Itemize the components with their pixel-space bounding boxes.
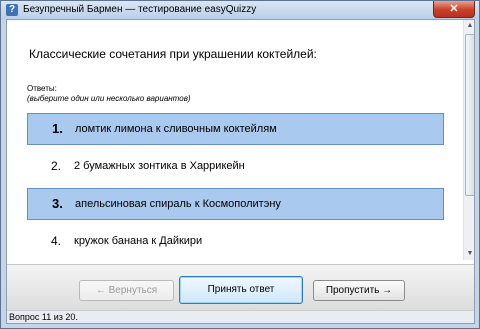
answer-option-2[interactable]: 2. 2 бумажных зонтика в Харрикейн (27, 151, 444, 183)
client-area: Классические сочетания при украшении кок… (6, 19, 475, 324)
close-icon: ✕ (449, 3, 459, 15)
answer-option-4[interactable]: 4. кружок банана к Дайкири (27, 226, 444, 258)
window-title: Безупречный Бармен — тестирование easyQu… (23, 4, 257, 15)
close-button[interactable]: ✕ (433, 1, 475, 18)
scroll-down-icon[interactable]: ▼ (464, 248, 474, 260)
back-button[interactable]: ← Вернуться (79, 280, 174, 301)
status-text: Вопрос 11 из 20. (9, 312, 78, 322)
app-window: ? Безупречный Бармен — тестирование easy… (0, 0, 480, 329)
question-text: Классические сочетания при украшении кок… (29, 47, 317, 61)
answer-text: 2 бумажных зонтика в Харрикейн (74, 160, 245, 172)
answer-text: ломтик лимона к сливочным коктейлям (75, 123, 277, 135)
scrollbar-thumb[interactable] (465, 34, 474, 196)
accept-answer-button[interactable]: Принять ответ (179, 276, 303, 304)
help-icon: ? (6, 4, 18, 16)
answer-option-3[interactable]: 3. апельсиновая спираль к Космополитэну (27, 188, 444, 220)
title-bar: ? Безупречный Бармен — тестирование easy… (1, 1, 479, 19)
question-panel: Классические сочетания при украшении кок… (7, 20, 463, 260)
answer-text: кружок банана к Дайкири (74, 235, 203, 247)
status-bar: Вопрос 11 из 20. (7, 310, 474, 323)
vertical-scrollbar[interactable]: ▲ ▼ (463, 20, 474, 260)
scroll-up-icon[interactable]: ▲ (464, 20, 474, 32)
answer-number: 1. (52, 121, 63, 136)
answer-number: 4. (51, 234, 62, 248)
skip-button[interactable]: Пропустить → (313, 280, 405, 301)
answer-option-1[interactable]: 1. ломтик лимона к сливочным коктейлям (27, 113, 444, 145)
answer-number: 3. (52, 196, 63, 211)
button-bar: ← Вернуться Принять ответ Пропустить → (7, 264, 474, 311)
answers-hint: (выберите один или несколько вариантов) (27, 94, 191, 103)
answer-text: апельсиновая спираль к Космополитэну (75, 198, 281, 210)
answers-label: Ответы: (27, 84, 57, 93)
answer-number: 2. (51, 159, 62, 173)
